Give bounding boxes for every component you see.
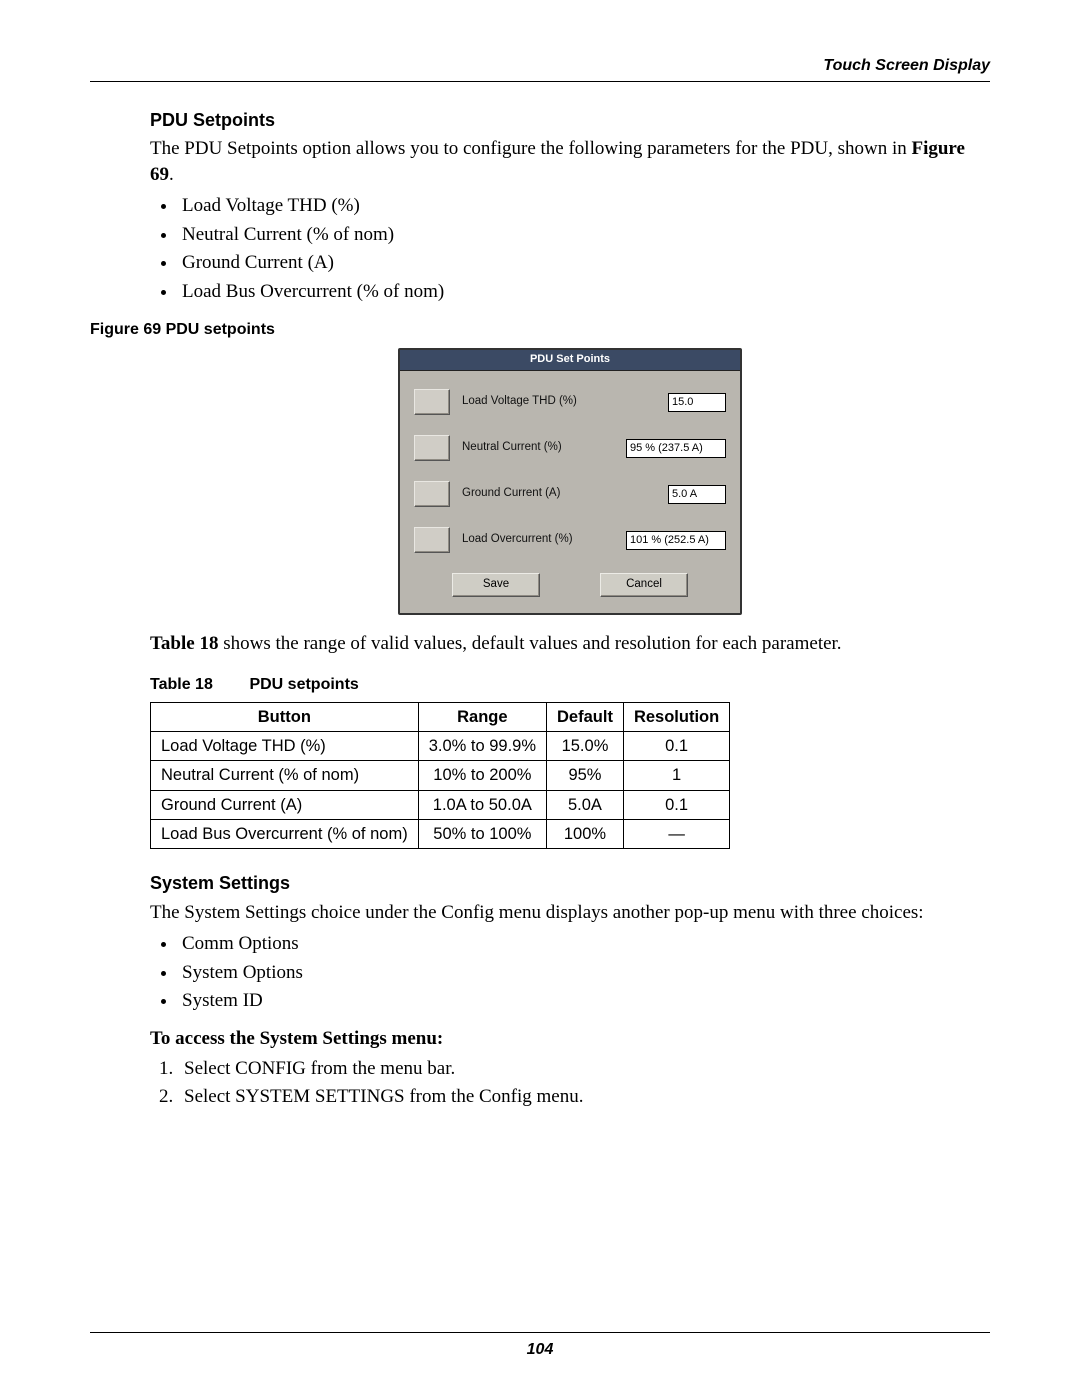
- heading-pdu-setpoints: PDU Setpoints: [90, 108, 990, 132]
- table-caption-num: Table 18: [150, 674, 245, 696]
- setpoint-value-field[interactable]: 15.0: [668, 393, 726, 412]
- cell: 15.0%: [547, 732, 624, 761]
- edit-box-icon[interactable]: [414, 527, 450, 553]
- cell: 50% to 100%: [418, 819, 546, 848]
- setpoint-value-field[interactable]: 101 % (252.5 A): [626, 531, 726, 550]
- pdu-setpoints-dialog: PDU Set Points Load Voltage THD (%) 15.0…: [398, 348, 742, 614]
- cell: Load Bus Overcurrent (% of nom): [151, 819, 419, 848]
- dialog-title: PDU Set Points: [400, 350, 740, 371]
- rule-bottom: [90, 1332, 990, 1333]
- cell: 3.0% to 99.9%: [418, 732, 546, 761]
- dialog-body: Load Voltage THD (%) 15.0 Neutral Curren…: [400, 371, 740, 613]
- cell: 95%: [547, 761, 624, 790]
- setpoint-row: Neutral Current (%) 95 % (237.5 A): [414, 435, 726, 461]
- page-number: 104: [90, 1339, 990, 1361]
- table-row: Load Bus Overcurrent (% of nom) 50% to 1…: [151, 819, 730, 848]
- edit-box-icon[interactable]: [414, 435, 450, 461]
- content-block: PDU Setpoints The PDU Setpoints option a…: [90, 82, 990, 1110]
- list-item: Load Bus Overcurrent (% of nom): [178, 279, 990, 305]
- setpoint-label: Load Overcurrent (%): [462, 532, 614, 548]
- running-header: Touch Screen Display: [90, 55, 990, 77]
- table18-intro: Table 18 shows the range of valid values…: [150, 631, 990, 657]
- col-resolution: Resolution: [623, 702, 729, 731]
- page-footer: 104: [90, 1332, 990, 1361]
- cell: 0.1: [623, 732, 729, 761]
- save-button[interactable]: Save: [452, 573, 540, 597]
- heading-system-settings: System Settings: [90, 871, 990, 895]
- setpoint-value-field[interactable]: 95 % (237.5 A): [626, 439, 726, 458]
- table18-intro-text: shows the range of valid values, default…: [218, 633, 841, 654]
- list-item: System ID: [178, 988, 990, 1014]
- pdu-intro-dot: .: [169, 164, 174, 185]
- pdu-bullet-list: Load Voltage THD (%) Neutral Current (% …: [178, 193, 990, 305]
- figure-69: PDU Set Points Load Voltage THD (%) 15.0…: [150, 348, 990, 614]
- cell: 0.1: [623, 790, 729, 819]
- cell: Neutral Current (% of nom): [151, 761, 419, 790]
- edit-box-icon[interactable]: [414, 481, 450, 507]
- setpoint-label: Load Voltage THD (%): [462, 394, 656, 410]
- list-item: Ground Current (A): [178, 250, 990, 276]
- col-default: Default: [547, 702, 624, 731]
- setpoint-row: Load Overcurrent (%) 101 % (252.5 A): [414, 527, 726, 553]
- cell: 1.0A to 50.0A: [418, 790, 546, 819]
- dialog-button-row: Save Cancel: [414, 573, 726, 601]
- access-subheading: To access the System Settings menu:: [150, 1026, 990, 1052]
- table-row: Neutral Current (% of nom) 10% to 200% 9…: [151, 761, 730, 790]
- table-pdu-setpoints: Button Range Default Resolution Load Vol…: [150, 702, 730, 849]
- cell: 5.0A: [547, 790, 624, 819]
- pdu-intro: The PDU Setpoints option allows you to c…: [150, 136, 990, 187]
- cell: 1: [623, 761, 729, 790]
- cell: 10% to 200%: [418, 761, 546, 790]
- list-item: Load Voltage THD (%): [178, 193, 990, 219]
- table-caption: Table 18 PDU setpoints: [150, 674, 990, 696]
- table-row: Ground Current (A) 1.0A to 50.0A 5.0A 0.…: [151, 790, 730, 819]
- page: Touch Screen Display PDU Setpoints The P…: [0, 0, 1080, 1397]
- pdu-intro-text: The PDU Setpoints option allows you to c…: [150, 138, 911, 159]
- cell: 100%: [547, 819, 624, 848]
- setpoint-label: Neutral Current (%): [462, 440, 614, 456]
- setpoint-value-field[interactable]: 5.0 A: [668, 485, 726, 504]
- cancel-button[interactable]: Cancel: [600, 573, 688, 597]
- setpoint-row: Load Voltage THD (%) 15.0: [414, 389, 726, 415]
- list-item: Select CONFIG from the menu bar.: [178, 1056, 990, 1082]
- table-row: Load Voltage THD (%) 3.0% to 99.9% 15.0%…: [151, 732, 730, 761]
- col-range: Range: [418, 702, 546, 731]
- table18-ref: Table 18: [150, 633, 218, 654]
- list-item: Comm Options: [178, 931, 990, 957]
- cell: Ground Current (A): [151, 790, 419, 819]
- list-item: Neutral Current (% of nom): [178, 222, 990, 248]
- cell: Load Voltage THD (%): [151, 732, 419, 761]
- col-button: Button: [151, 702, 419, 731]
- table-header-row: Button Range Default Resolution: [151, 702, 730, 731]
- list-item: System Options: [178, 960, 990, 986]
- edit-box-icon[interactable]: [414, 389, 450, 415]
- access-steps: Select CONFIG from the menu bar. Select …: [178, 1056, 990, 1110]
- system-settings-intro: The System Settings choice under the Con…: [150, 900, 990, 926]
- table-caption-text: PDU setpoints: [249, 676, 358, 693]
- system-settings-bullets: Comm Options System Options System ID: [178, 931, 990, 1014]
- setpoint-label: Ground Current (A): [462, 486, 656, 502]
- setpoint-row: Ground Current (A) 5.0 A: [414, 481, 726, 507]
- figure-caption: Figure 69 PDU setpoints: [90, 319, 990, 341]
- list-item: Select SYSTEM SETTINGS from the Config m…: [178, 1084, 990, 1110]
- cell: —: [623, 819, 729, 848]
